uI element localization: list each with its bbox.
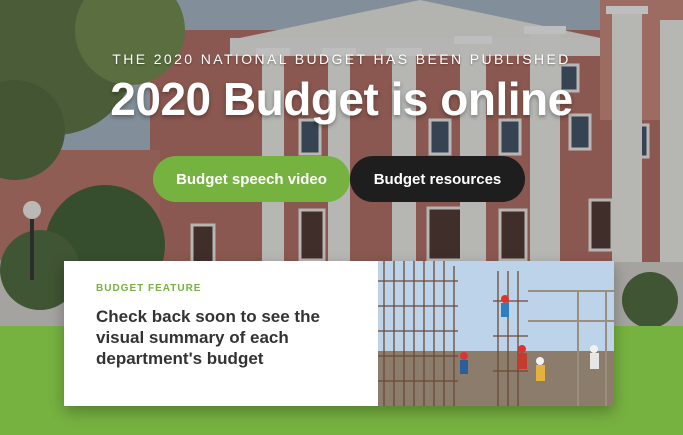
budget-resources-button[interactable]: Budget resources bbox=[350, 156, 525, 202]
construction-workers-image bbox=[378, 261, 614, 406]
budget-feature-card[interactable]: BUDGET FEATURE Check back soon to see th… bbox=[64, 261, 614, 406]
feature-tag: BUDGET FEATURE bbox=[96, 283, 202, 294]
hero-headline: 2020 Budget is online bbox=[110, 73, 573, 125]
hero-eyebrow: THE 2020 NATIONAL BUDGET HAS BEEN PUBLIS… bbox=[112, 51, 571, 67]
budget-speech-video-button[interactable]: Budget speech video bbox=[153, 156, 350, 202]
feature-title[interactable]: Check back soon to see the visual summar… bbox=[96, 306, 346, 369]
